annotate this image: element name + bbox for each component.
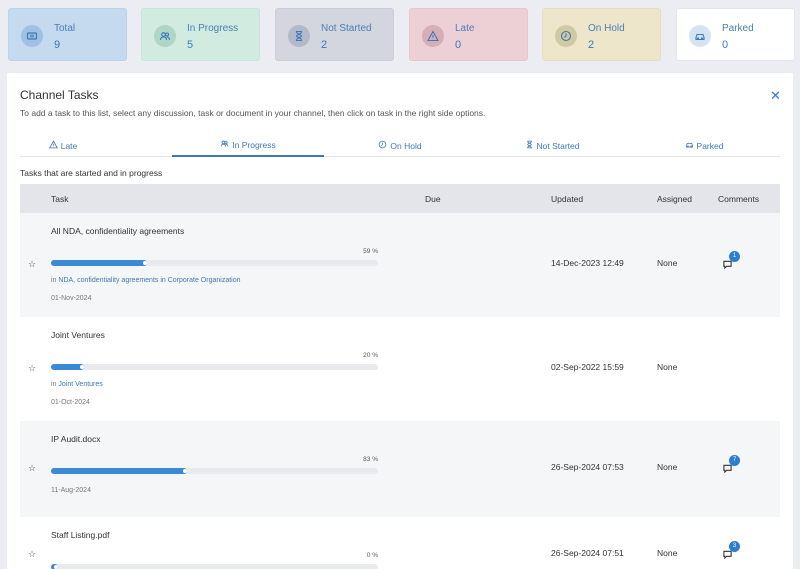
tab-label: On Hold (390, 140, 422, 151)
progress-fill (51, 468, 187, 474)
assigned-value: None (657, 362, 678, 372)
summary-card-label: Late (455, 23, 475, 34)
ticket-icon (21, 25, 43, 47)
comments-button[interactable]: 1 (723, 251, 740, 269)
star-icon[interactable]: ☆ (28, 363, 36, 374)
comments-button[interactable]: 3 (723, 541, 740, 559)
tab-label: Not Started (536, 140, 580, 151)
assigned-value: None (657, 548, 678, 558)
progress-bar (51, 468, 378, 474)
progress-bar (51, 364, 378, 370)
clock-icon (378, 140, 387, 151)
tab-label: Parked (696, 140, 724, 151)
tab-late[interactable]: Late (0, 134, 139, 157)
progress-fill (51, 260, 148, 266)
task-location-link[interactable]: NDA, confidentiality agreements in Corpo… (58, 277, 240, 284)
summary-card-label: In Progress (187, 23, 239, 34)
summary-card-label: On Hold (588, 23, 625, 34)
panel-hint: To add a task to this list, select any d… (20, 108, 486, 118)
updated-value: 26-Sep-2024 07:51 (551, 548, 624, 558)
task-location: in NDA, confidentiality agreements in Co… (51, 277, 241, 284)
task-name[interactable]: IP Audit.docx (51, 434, 100, 444)
tab-not-started[interactable]: Not Started (476, 134, 628, 157)
summary-card-late[interactable]: Late 0 (409, 8, 528, 61)
table-row[interactable]: ☆ All NDA, confidentiality agreements 59 %… (20, 213, 780, 317)
star-icon[interactable]: ☆ (28, 259, 36, 270)
progress-percent: 59 % (363, 248, 378, 255)
car-icon (689, 25, 711, 47)
close-icon[interactable]: ✕ (770, 88, 781, 104)
column-task: Task (51, 194, 69, 204)
column-updated: Updated (551, 194, 584, 204)
warning-icon (48, 140, 58, 151)
column-comments: Comments (718, 194, 760, 204)
summary-card-label: Not Started (321, 23, 372, 34)
comments-button[interactable]: 7 (723, 455, 740, 473)
progress-fill (51, 564, 58, 569)
summary-card-count: 2 (588, 39, 595, 51)
column-due: Due (425, 194, 441, 204)
hourglass-icon (525, 140, 534, 151)
warning-icon (422, 25, 444, 47)
task-name[interactable]: Staff Listing.pdf (51, 530, 109, 540)
clock-icon (555, 25, 577, 47)
task-date: 11-Aug-2024 (51, 487, 91, 494)
task-name[interactable]: Joint Ventures (51, 330, 105, 340)
assigned-value: None (657, 258, 678, 268)
car-icon (685, 140, 694, 151)
tab-on-hold[interactable]: On Hold (324, 134, 476, 157)
task-location: in Joint Ventures (51, 381, 103, 388)
summary-card-count: 2 (321, 39, 328, 51)
summary-card-count: 9 (54, 39, 61, 51)
tab-in-progress[interactable]: In Progress (172, 134, 324, 157)
panel-title: Channel Tasks (20, 88, 99, 102)
progress-percent: 20 % (363, 352, 378, 359)
tab-label: In Progress (232, 139, 276, 150)
channel-tasks-panel: Channel Tasks ✕ To add a task to this li… (7, 73, 793, 569)
star-icon[interactable]: ☆ (28, 463, 36, 474)
tab-parked[interactable]: Parked (628, 134, 780, 157)
table-row[interactable]: ☆ Joint Ventures 20 % in Joint Ventures 01-O… (20, 317, 780, 421)
tab-label: Late (60, 140, 78, 151)
summary-card-parked[interactable]: Parked 0 (676, 8, 795, 61)
table-header: Task Due Updated Assigned Comments (20, 184, 780, 213)
hourglass-icon (288, 25, 310, 47)
progress-fill (51, 364, 84, 370)
assigned-value: None (657, 462, 678, 472)
summary-card-label: Total (54, 23, 76, 34)
summary-card-count: 0 (455, 39, 462, 51)
comment-count-badge: 7 (729, 455, 740, 466)
task-date: 01-Nov-2024 (51, 295, 92, 302)
summary-card-count: 0 (722, 39, 729, 51)
tab-description: Tasks that are started and in progress (20, 168, 163, 178)
progress-bar (51, 260, 378, 266)
comment-count-badge: 1 (729, 251, 740, 262)
summary-card-count: 5 (187, 39, 194, 51)
task-date: 01-Oct-2024 (51, 399, 90, 406)
progress-bar (51, 564, 378, 569)
task-location-link[interactable]: Joint Ventures (58, 381, 102, 388)
summary-card-label: Parked (722, 23, 754, 34)
comment-count-badge: 3 (729, 541, 740, 552)
star-icon[interactable]: ☆ (28, 549, 36, 560)
progress-percent: 0 % (366, 552, 378, 559)
table-row[interactable]: ☆ Staff Listing.pdf 0 % 26-Sep-2024 07:51 No… (20, 517, 780, 569)
status-tabs: Late In Progress On Hold Not Started Parked (20, 134, 780, 157)
column-assigned: Assigned (657, 194, 692, 204)
progress-percent: 83 % (363, 456, 378, 463)
table-row[interactable]: ☆ IP Audit.docx 83 % 11-Aug-2024 26-Sep-2024… (20, 421, 780, 517)
summary-card-total[interactable]: Total 9 (8, 8, 127, 61)
task-name[interactable]: All NDA, confidentiality agreements (51, 226, 184, 236)
summary-card-not-started[interactable]: Not Started 2 (275, 8, 394, 61)
users-icon (220, 139, 229, 150)
updated-value: 14-Dec-2023 12:49 (551, 258, 624, 268)
users-icon (154, 25, 176, 47)
updated-value: 02-Sep-2022 15:59 (551, 362, 624, 372)
summary-card-in-progress[interactable]: In Progress 5 (141, 8, 260, 61)
summary-card-on-hold[interactable]: On Hold 2 (542, 8, 661, 61)
updated-value: 26-Sep-2024 07:53 (551, 462, 624, 472)
